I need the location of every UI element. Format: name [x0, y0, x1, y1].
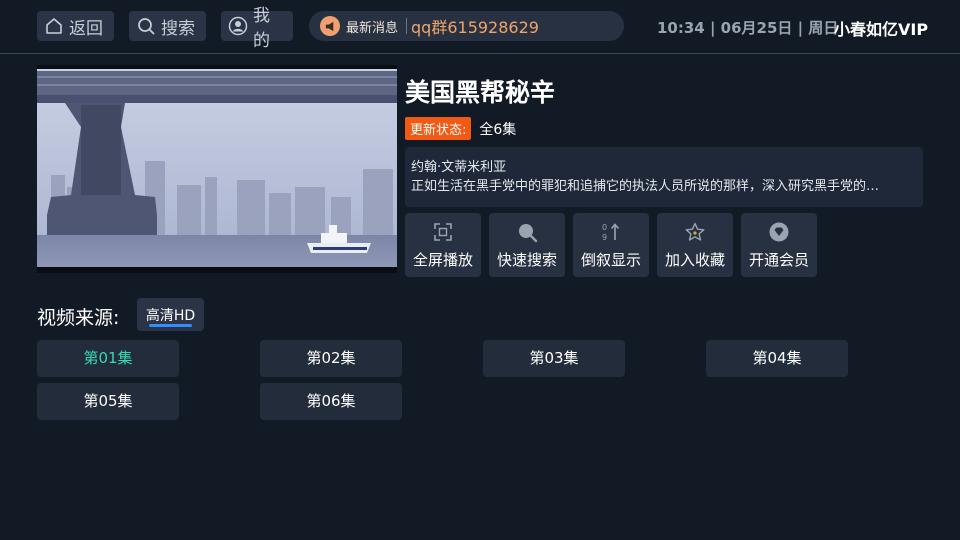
sort-icon: 0 9: [602, 223, 620, 242]
episode-count: 全6集: [479, 121, 517, 138]
news-badge-label: 最新消息: [346, 20, 399, 36]
synopsis-line: 正如生活在黑手党中的罪犯和追捕它的执法人员所说的那样，深入研究黑手党的…: [411, 179, 880, 194]
quick-search-button[interactable]: 快速搜索: [489, 213, 565, 277]
show-title: 美国黑帮秘辛: [405, 78, 556, 107]
fullscreen-button[interactable]: 全屏播放: [405, 213, 481, 277]
reverse-order-label: 倒叙显示: [580, 251, 641, 269]
quick-search-label: 快速搜索: [496, 251, 557, 269]
search-icon: [519, 224, 538, 243]
reverse-order-button[interactable]: 0 9 倒叙显示: [573, 213, 649, 277]
brand-name: 小春如亿VIP: [834, 20, 929, 39]
clock-date: 10:34 | 06月25日 | 周日: [657, 19, 839, 37]
news-badge: 最新消息: [309, 11, 406, 41]
vip-label: 开通会员: [748, 251, 809, 269]
news-text: qq群615928629: [411, 18, 539, 37]
source-label: 视频来源:: [37, 307, 120, 329]
megaphone-icon: [320, 16, 340, 36]
top-bar: 返回 搜索 我的 最新消息 qq群615928629 10:34 | 06月25…: [0, 0, 960, 54]
source-option-hd[interactable]: 高清HD: [137, 298, 204, 331]
episode-button-06[interactable]: 第06集: [260, 383, 402, 420]
vip-button[interactable]: 开通会员: [741, 213, 817, 277]
mine-label: 我的: [253, 6, 270, 51]
update-status: 更新状态: 全6集: [405, 117, 516, 140]
home-icon: [46, 18, 62, 34]
fullscreen-label: 全屏播放: [412, 251, 473, 269]
episode-button-01[interactable]: 第01集: [37, 340, 179, 377]
episode-button-04[interactable]: 第04集: [706, 340, 848, 377]
mine-button[interactable]: 我的: [221, 6, 293, 51]
search-button[interactable]: 搜索: [129, 11, 206, 41]
episode-button-05[interactable]: 第05集: [37, 383, 179, 420]
svg-text:0: 0: [602, 223, 607, 232]
user-icon: [228, 16, 248, 36]
news-ticker[interactable]: 最新消息 qq群615928629: [309, 11, 624, 41]
poster-image: [37, 65, 397, 273]
favorite-label: 加入收藏: [664, 251, 725, 269]
favorite-button[interactable]: 加入收藏: [657, 213, 733, 277]
search-label: 搜索: [161, 18, 195, 39]
search-icon: [138, 18, 155, 35]
star-icon: [685, 222, 705, 241]
back-label: 返回: [69, 18, 103, 39]
update-status-label: 更新状态:: [405, 117, 472, 140]
source-option-label: 高清HD: [145, 308, 196, 324]
svg-text:9: 9: [602, 233, 607, 242]
cast-line: 约翰·文蒂米利亚: [411, 160, 507, 175]
action-bar: 全屏播放 快速搜索 0 9 倒叙显示 加入收藏 开通会员: [405, 213, 825, 277]
episode-button-03[interactable]: 第03集: [483, 340, 625, 377]
fullscreen-icon: [434, 223, 452, 241]
detail-page: 返回 搜索 我的 最新消息 qq群615928629 10:34 | 06月25…: [0, 0, 960, 540]
description-box[interactable]: 约翰·文蒂米利亚 正如生活在黑手党中的罪犯和追捕它的执法人员所说的那样，深入研究…: [405, 147, 923, 207]
vip-diamond-icon: [769, 222, 789, 242]
selected-underline: [149, 324, 192, 327]
episode-button-02[interactable]: 第02集: [260, 340, 402, 377]
back-button[interactable]: 返回: [37, 11, 114, 41]
video-poster[interactable]: [37, 65, 397, 273]
